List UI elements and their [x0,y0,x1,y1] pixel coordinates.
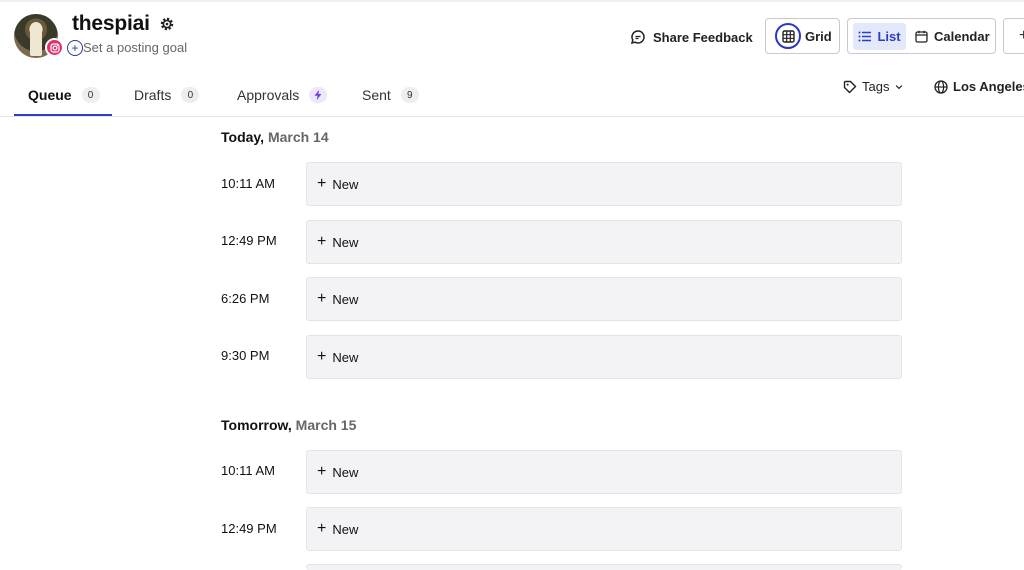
posting-goal-link[interactable]: Set a posting goal [83,40,187,55]
plus-icon: + [317,233,327,250]
new-post-slot[interactable]: + New [306,507,902,551]
list-label: List [877,29,901,44]
count-badge: 0 [81,87,100,103]
tab-label: Approvals [237,87,300,103]
slot-time: 9:30 PM [221,348,270,363]
gear-icon[interactable] [159,16,175,32]
new-label: New [332,464,359,480]
timezone-label: Los Angeles [953,79,1024,94]
new-label: New [332,349,359,365]
lightning-icon [309,87,328,103]
slot-time: 10:11 AM [221,176,275,191]
tab-label: Drafts [134,87,172,103]
calendar-icon [915,30,928,43]
tab-bar: Queue 0 Drafts 0 Approvals Sent 9 [14,74,442,117]
new-post-slot[interactable]: + New [306,335,902,379]
grid-view-button[interactable]: Grid [765,18,840,54]
calendar-view-button[interactable]: Calendar [915,23,990,50]
chevron-down-icon [896,84,903,89]
slot-time: 12:49 PM [221,233,277,248]
day-header: Today, March 14 [221,129,329,145]
tab-label: Queue [28,87,72,103]
tags-label: Tags [862,79,890,94]
plus-icon: + [317,290,327,307]
new-label: New [332,234,359,250]
new-label: New [332,176,359,192]
plus-icon: + [317,175,327,192]
divider [0,116,1024,117]
slot-time: 6:26 PM [221,291,270,306]
new-post-slot[interactable]: + New [306,277,902,321]
tab-label: Sent [362,87,391,103]
tab-drafts[interactable]: Drafts 0 [134,74,237,116]
plus-icon: + [317,463,327,480]
day-header: Tomorrow, March 15 [221,417,357,433]
view-switcher: List Calendar [847,18,996,54]
slot-time: 12:49 PM [221,521,277,536]
list-view-button[interactable]: List [853,23,906,50]
tags-filter[interactable]: Tags [843,79,904,94]
new-label: New [332,291,359,307]
count-badge: 0 [181,87,200,103]
new-post-slot[interactable]: + New [306,220,902,264]
share-feedback-label: Share Feedback [653,29,753,45]
list-icon [858,31,872,42]
tag-icon [843,80,857,93]
grid-icon [775,23,801,49]
share-feedback-button[interactable]: Share Feedback [630,27,753,47]
profile-name: thespiai [72,12,150,35]
globe-icon [934,79,948,94]
plus-icon: + [317,348,327,365]
tab-queue[interactable]: Queue 0 [14,74,134,116]
new-post-slot[interactable]: + New [306,162,902,206]
instagram-icon [45,38,64,57]
add-goal-icon[interactable]: + [67,40,83,56]
grid-label: Grid [805,28,832,44]
count-badge: 9 [400,87,419,103]
chat-bubble-icon [630,30,645,45]
new-label: New [332,521,359,537]
new-post-slot[interactable] [306,564,902,570]
tab-approvals[interactable]: Approvals [237,74,362,116]
calendar-label: Calendar [934,29,990,44]
more-button[interactable]: + [1003,18,1024,54]
tab-sent[interactable]: Sent 9 [362,74,442,116]
new-post-slot[interactable]: + New [306,450,902,494]
plus-icon: + [317,520,327,537]
slot-time: 10:11 AM [221,463,275,478]
top-strip [0,0,1024,2]
timezone-selector[interactable]: Los Angeles [934,79,1024,94]
